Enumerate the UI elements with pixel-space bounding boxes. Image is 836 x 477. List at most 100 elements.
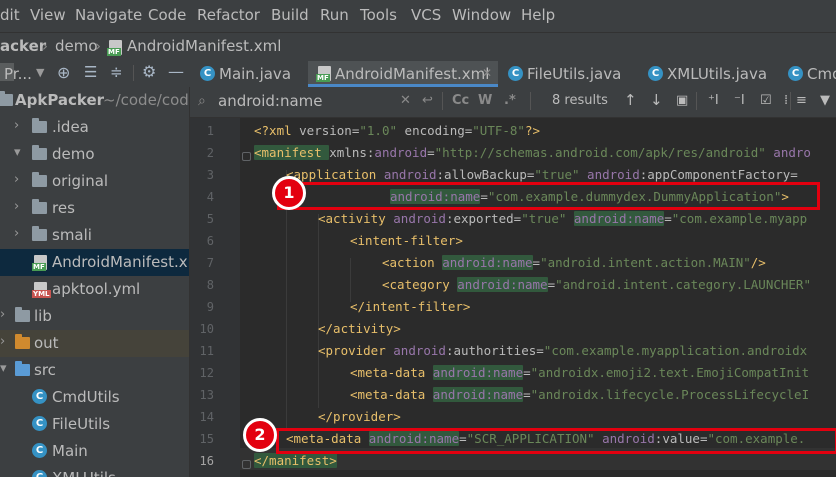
arrow-down-icon[interactable]: ↓: [650, 91, 663, 109]
fold-marker-icon[interactable]: [242, 152, 251, 161]
tree-item-path: ~/code/code: [103, 91, 190, 109]
tab-cmdutils-java[interactable]: C Cmd: [778, 61, 836, 87]
match-case-toggle[interactable]: Cc: [452, 93, 469, 108]
menu-code[interactable]: Code: [148, 6, 186, 24]
fold-marker-icon[interactable]: [242, 460, 251, 469]
project-tree: ▾ ApkPacker ~/code/code › .idea ▾ demo ›…: [0, 87, 190, 477]
menu-view[interactable]: View: [30, 6, 66, 24]
tree-item-apktool-yml[interactable]: YML apktool.yml: [0, 276, 189, 303]
menu-run[interactable]: Run: [320, 6, 349, 24]
open-in-window-icon[interactable]: ▣: [676, 93, 688, 108]
tree-item-idea[interactable]: › .idea: [0, 114, 189, 141]
token: =: [427, 145, 435, 160]
tab-xmlutils-java[interactable]: C XMLUtils.java: [638, 61, 778, 87]
tree-item-main[interactable]: C Main: [0, 438, 189, 465]
chevron-right-icon[interactable]: ›: [14, 226, 19, 241]
chevron-right-icon[interactable]: ›: [14, 199, 19, 214]
filter-icon[interactable]: ▼: [820, 93, 830, 108]
line-number: 5: [206, 212, 214, 226]
tree-item-out[interactable]: › out: [0, 330, 189, 357]
line-number: 1: [206, 124, 214, 138]
token: <intent-filter>: [350, 233, 463, 248]
chevron-down-icon[interactable]: ▼: [36, 66, 44, 79]
find-bar: ⌕ ✕ ↩ Cc W .* 8 results ↑ ↓ ▣ ⁺I ⁻I ☑ ⁞ …: [190, 87, 836, 118]
tree-item-xmlutils[interactable]: C XMLUtils: [0, 465, 189, 477]
chevron-right-icon[interactable]: ›: [14, 118, 19, 133]
locate-icon[interactable]: ⊕: [57, 63, 70, 82]
tree-item-src[interactable]: ▾ src: [0, 357, 189, 384]
editor-tab-bar: C Main.java MF AndroidManifest.xml ✕ C F…: [190, 61, 836, 88]
close-icon[interactable]: ✕: [482, 66, 492, 80]
line-number: 6: [206, 234, 214, 248]
tree-item-label: Main: [52, 442, 88, 460]
line-number: 16: [199, 454, 214, 468]
search-icon[interactable]: ⌕: [198, 93, 206, 109]
tree-item-demo[interactable]: ▾ demo: [0, 141, 189, 168]
indent-guide: [318, 214, 319, 408]
tree-item-fileutils[interactable]: C FileUtils: [0, 411, 189, 438]
chevron-right-icon[interactable]: ›: [0, 334, 5, 349]
line-number: 7: [206, 256, 214, 270]
history-icon[interactable]: ↩: [422, 93, 433, 108]
chevron-right-icon[interactable]: ›: [14, 172, 19, 187]
menu-refactor[interactable]: Refactor: [197, 6, 260, 24]
multiline-icon[interactable]: ≡: [796, 93, 807, 108]
menu-navigate[interactable]: Navigate: [75, 6, 142, 24]
line-number: 11: [199, 344, 214, 358]
search-input[interactable]: [218, 91, 388, 111]
search-match: android:name: [457, 277, 548, 292]
class-icon: C: [648, 66, 663, 81]
breadcrumb-project[interactable]: acker: [0, 37, 46, 55]
token: </manifest>: [254, 453, 337, 468]
breadcrumb-folder[interactable]: demo: [55, 37, 98, 55]
code-line-9: </intent-filter>: [350, 296, 470, 318]
gear-icon[interactable]: ⚙: [142, 62, 156, 81]
tree-item-androidmanifest[interactable]: MF AndroidManifest.xm: [0, 249, 189, 276]
tab-main-java[interactable]: C Main.java: [190, 61, 308, 87]
token: </provider>: [318, 409, 401, 424]
chevron-down-icon[interactable]: ▾: [0, 361, 7, 376]
menu-help[interactable]: Help: [521, 6, 555, 24]
project-panel-title[interactable]: Pr...: [4, 65, 32, 83]
chevron-down-icon[interactable]: ▾: [14, 145, 21, 160]
tree-item-label: res: [52, 199, 75, 217]
arrow-up-icon[interactable]: ↑: [624, 91, 637, 109]
tab-label: XMLUtils.java: [667, 65, 768, 83]
tree-item-label: src: [34, 361, 56, 379]
tree-item-original[interactable]: › original: [0, 168, 189, 195]
remove-occurrence-icon[interactable]: ⁻I: [734, 93, 745, 108]
tree-item-label: demo: [52, 145, 95, 163]
tree-item-res[interactable]: › res: [0, 195, 189, 222]
select-all-occurrences-icon[interactable]: ☑: [760, 93, 772, 108]
breadcrumb-file[interactable]: AndroidManifest.xml: [127, 37, 281, 55]
menu-build[interactable]: Build: [271, 6, 309, 24]
xml-file-icon: MF: [316, 66, 331, 82]
toolbar-divider: [696, 92, 697, 110]
tree-item-smali[interactable]: › smali: [0, 222, 189, 249]
token: "android.intent.action.MAIN": [540, 255, 751, 270]
code-editor[interactable]: <?xml version="1.0" encoding="UTF-8"?> <…: [240, 118, 836, 477]
chevron-right-icon[interactable]: ›: [0, 307, 5, 322]
add-occurrence-icon[interactable]: ⁺I: [708, 93, 719, 108]
menu-window[interactable]: Window: [452, 6, 511, 24]
tree-item-lib[interactable]: › lib: [0, 303, 189, 330]
token: android: [374, 145, 428, 160]
tab-androidmanifest-xml[interactable]: MF AndroidManifest.xml ✕: [308, 61, 498, 87]
folder-icon: [32, 199, 47, 214]
token: </activity>: [318, 321, 401, 336]
line-number: 9: [206, 300, 214, 314]
minimize-icon[interactable]: —: [168, 62, 184, 81]
whole-words-toggle[interactable]: W: [478, 93, 492, 108]
tree-item-apkpacker[interactable]: ▾ ApkPacker ~/code/code: [0, 87, 189, 114]
expand-all-icon[interactable]: ☰: [84, 63, 97, 81]
clear-icon[interactable]: ✕: [400, 93, 411, 108]
regex-toggle[interactable]: .*: [504, 93, 516, 108]
menu-edit[interactable]: dit: [0, 6, 20, 24]
token: "true": [521, 211, 567, 226]
occurrences-menu-icon[interactable]: ⁞: [784, 93, 788, 108]
tree-item-cmdutils[interactable]: C CmdUtils: [0, 384, 189, 411]
tab-fileutils-java[interactable]: C FileUtils.java: [498, 61, 638, 87]
menu-tools[interactable]: Tools: [360, 6, 397, 24]
collapse-all-icon[interactable]: ≑: [110, 63, 123, 81]
menu-vcs[interactable]: VCS: [411, 6, 441, 24]
